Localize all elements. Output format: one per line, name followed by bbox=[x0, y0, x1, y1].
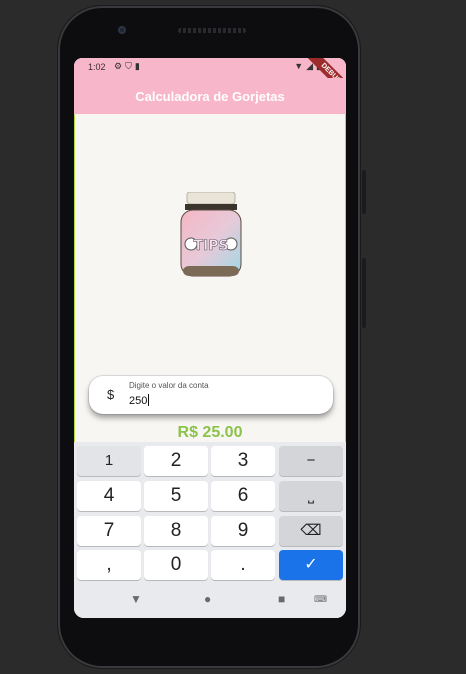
bill-amount-input[interactable]: 250 bbox=[129, 394, 150, 407]
status-time: 1:02 bbox=[88, 62, 106, 72]
status-bar: 1:02 ⚙⛉▮ ▼◢▮ DEBUG bbox=[74, 58, 346, 103]
key-8[interactable]: 8 bbox=[144, 516, 208, 546]
sd-card-icon: ▮ bbox=[134, 61, 143, 71]
key-space[interactable]: ⎵ bbox=[279, 481, 343, 511]
key-6[interactable]: 6 bbox=[211, 481, 275, 511]
bill-amount-value: 250 bbox=[129, 395, 148, 407]
done-check-key[interactable]: ✓ bbox=[279, 550, 343, 580]
recents-nav-icon[interactable]: ■ bbox=[278, 592, 285, 606]
key-9[interactable]: 9 bbox=[211, 516, 275, 546]
key-period[interactable]: . bbox=[211, 550, 275, 580]
bill-amount-field[interactable]: $ Digite o valor da conta 250 bbox=[89, 376, 333, 414]
front-camera bbox=[118, 26, 126, 34]
home-nav-icon[interactable]: ● bbox=[204, 592, 211, 606]
tip-result: R$ 25.00 bbox=[177, 424, 243, 441]
page-title: Calculadora de Gorjetas bbox=[135, 88, 285, 104]
key-4[interactable]: 4 bbox=[77, 481, 141, 511]
main-content: TIPS $ Digite o valor da conta 250 R$ 25… bbox=[74, 114, 346, 442]
status-left-icons: ⚙⛉▮ bbox=[114, 61, 143, 72]
power-button bbox=[362, 170, 366, 214]
volume-button bbox=[362, 258, 366, 328]
key-0[interactable]: 0 bbox=[144, 550, 208, 580]
back-nav-icon[interactable]: ▼ bbox=[130, 592, 142, 606]
key-3[interactable]: 3 bbox=[211, 446, 275, 476]
text-caret bbox=[148, 394, 150, 406]
shield-icon: ⛉ bbox=[125, 61, 135, 71]
bill-amount-label: Digite o valor da conta bbox=[129, 381, 209, 390]
key-minus[interactable]: − bbox=[279, 446, 343, 476]
key-1[interactable]: 1 bbox=[77, 446, 141, 476]
key-7[interactable]: 7 bbox=[77, 516, 141, 546]
key-5[interactable]: 5 bbox=[144, 481, 208, 511]
key-2[interactable]: 2 bbox=[144, 446, 208, 476]
earpiece-speaker bbox=[178, 28, 246, 33]
app-screen: 1:02 ⚙⛉▮ ▼◢▮ DEBUG Calculadora de Gorjet… bbox=[74, 58, 346, 618]
keyboard-switch-icon[interactable]: ⌨ bbox=[314, 594, 327, 605]
wifi-icon: ▼ bbox=[294, 61, 307, 71]
app-bar: Calculadora de Gorjetas bbox=[74, 78, 346, 114]
tip-jar-image: TIPS bbox=[180, 192, 242, 277]
backspace-key[interactable]: ⌫ bbox=[279, 516, 343, 546]
jar-label: TIPS bbox=[193, 238, 228, 254]
gear-icon: ⚙ bbox=[114, 61, 126, 71]
dollar-prefix-icon: $ bbox=[107, 387, 115, 402]
key-comma[interactable]: , bbox=[77, 550, 141, 580]
system-nav-bar: ▼ ● ■ ⌨ bbox=[74, 582, 346, 618]
